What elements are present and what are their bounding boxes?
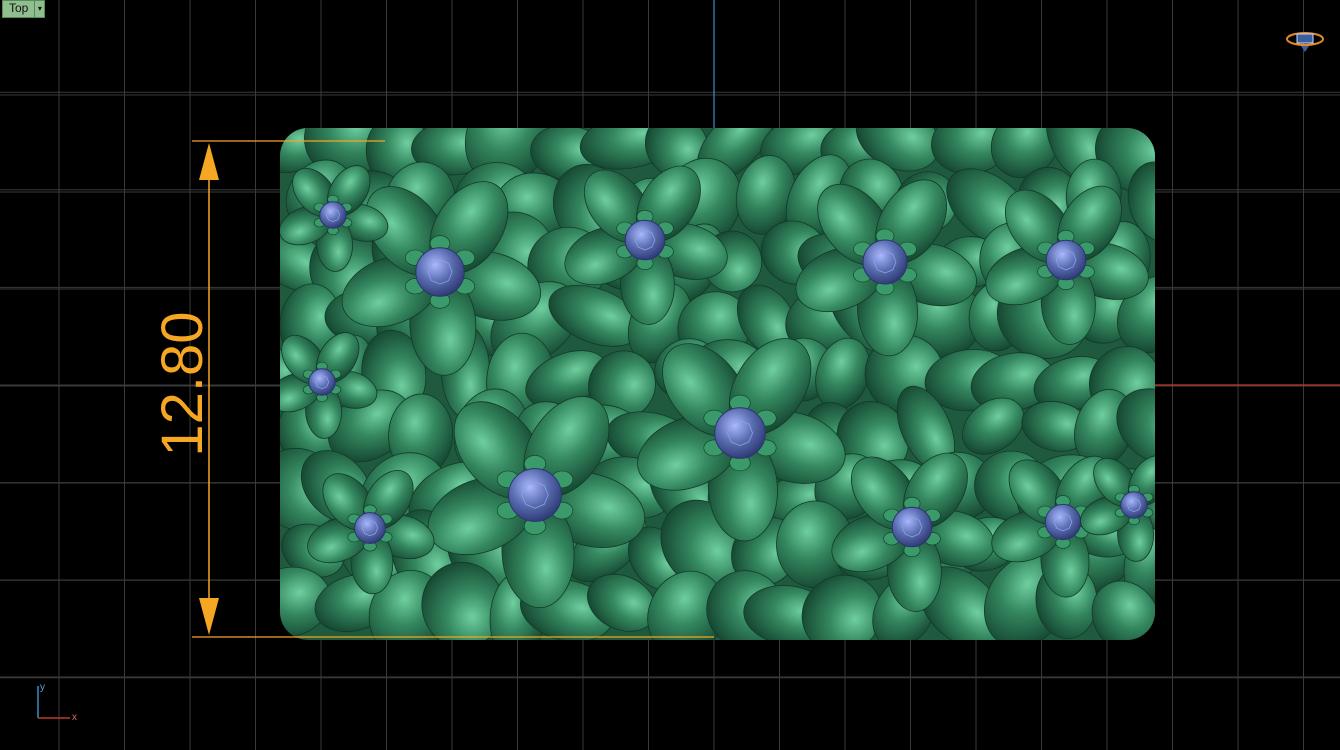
dimension-arrow-up bbox=[199, 143, 219, 180]
gemstone bbox=[862, 239, 908, 285]
gemstone bbox=[508, 468, 562, 522]
x-axis-label: x bbox=[72, 712, 77, 723]
gemstone bbox=[1120, 491, 1148, 519]
y-axis-label: y bbox=[40, 682, 45, 693]
gemstone bbox=[354, 512, 386, 544]
dimension-value: 12.80 bbox=[150, 311, 215, 456]
gemstone bbox=[415, 247, 465, 297]
gemstone bbox=[714, 407, 766, 459]
caret-down-icon[interactable]: ▾ bbox=[34, 1, 44, 17]
gemstone bbox=[624, 219, 666, 261]
viewport-canvas[interactable]: 12.80 bbox=[0, 0, 1340, 750]
viewport-name-label: Top bbox=[9, 1, 29, 15]
gemstone bbox=[1045, 239, 1087, 281]
gemstone bbox=[308, 368, 336, 396]
gemstone bbox=[1044, 503, 1082, 541]
dimension-arrow-down bbox=[199, 598, 219, 635]
view-cube-icon[interactable] bbox=[1286, 32, 1324, 52]
axis-indicator: y x bbox=[30, 680, 90, 730]
gemstone bbox=[891, 506, 933, 548]
top-viewport[interactable]: 12.80 bbox=[0, 0, 1340, 750]
view-pointer bbox=[1301, 46, 1309, 52]
gemstone bbox=[319, 201, 347, 229]
viewport-name-tab[interactable]: Top ▾ bbox=[2, 0, 46, 18]
view-cube bbox=[1296, 33, 1314, 44]
flower-ring-model bbox=[280, 128, 1155, 640]
